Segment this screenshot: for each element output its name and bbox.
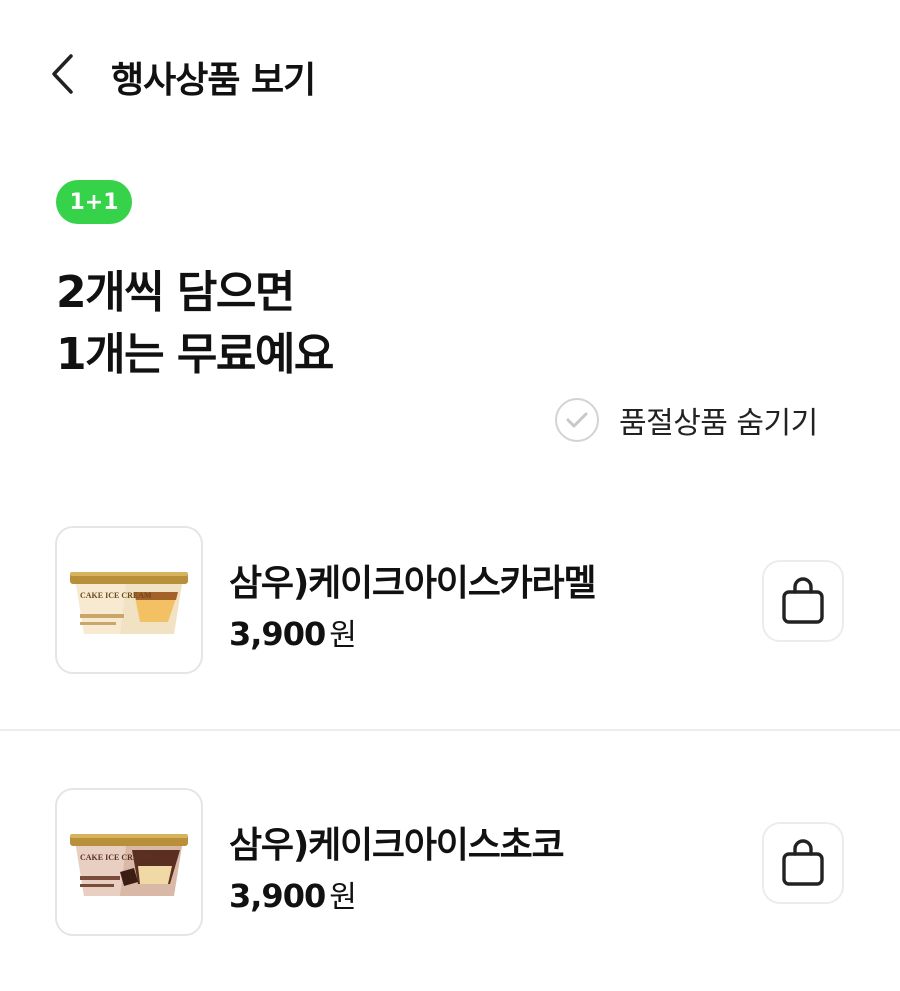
headline-line-1: 2개씩 담으면 [56, 267, 295, 318]
product-thumbnail: CAKE ICE CREAM [55, 788, 203, 936]
divider [0, 729, 900, 731]
price-value: 3,900 [229, 615, 326, 653]
svg-text:CAKE ICE CREAM: CAKE ICE CREAM [80, 591, 152, 600]
headline-line-2: 1개는 무료예요 [56, 329, 334, 380]
price-currency: 원 [329, 618, 357, 653]
chevron-left-icon [52, 54, 73, 94]
hide-soldout-label: 품절상품 숨기기 [619, 406, 818, 441]
hide-soldout-toggle[interactable]: 품절상품 숨기기 [555, 396, 818, 444]
product-price: 3,900 원 [229, 872, 357, 916]
promo-headline: 2개씩 담으면 1개는 무료예요 [56, 262, 334, 386]
add-to-cart-button[interactable] [762, 560, 844, 642]
product-name: 삼우)케이크아이스카라멜 [229, 563, 597, 604]
page-title: 행사상품 보기 [111, 60, 316, 101]
shopping-bag-icon [782, 577, 824, 624]
check-circle-icon [555, 398, 599, 442]
price-value: 3,900 [229, 877, 326, 915]
app-header: 행사상품 보기 [0, 0, 900, 150]
product-thumbnail: CAKE ICE CREAM [55, 526, 203, 674]
product-item[interactable]: CAKE ICE CREAM 삼우)케이크아이스카라멜 3,900 원 [0, 526, 900, 676]
back-button[interactable] [40, 52, 84, 96]
svg-text:CAKE ICE CREAM: CAKE ICE CREAM [80, 853, 152, 862]
price-currency: 원 [329, 880, 357, 915]
promo-badge: 1+1 [56, 180, 132, 224]
product-name: 삼우)케이크아이스초코 [229, 825, 565, 866]
shopping-bag-icon [782, 839, 824, 886]
product-item[interactable]: CAKE ICE CREAM 삼우)케이크아이스초코 3,900 원 [0, 788, 900, 938]
product-price: 3,900 원 [229, 610, 357, 654]
add-to-cart-button[interactable] [762, 822, 844, 904]
